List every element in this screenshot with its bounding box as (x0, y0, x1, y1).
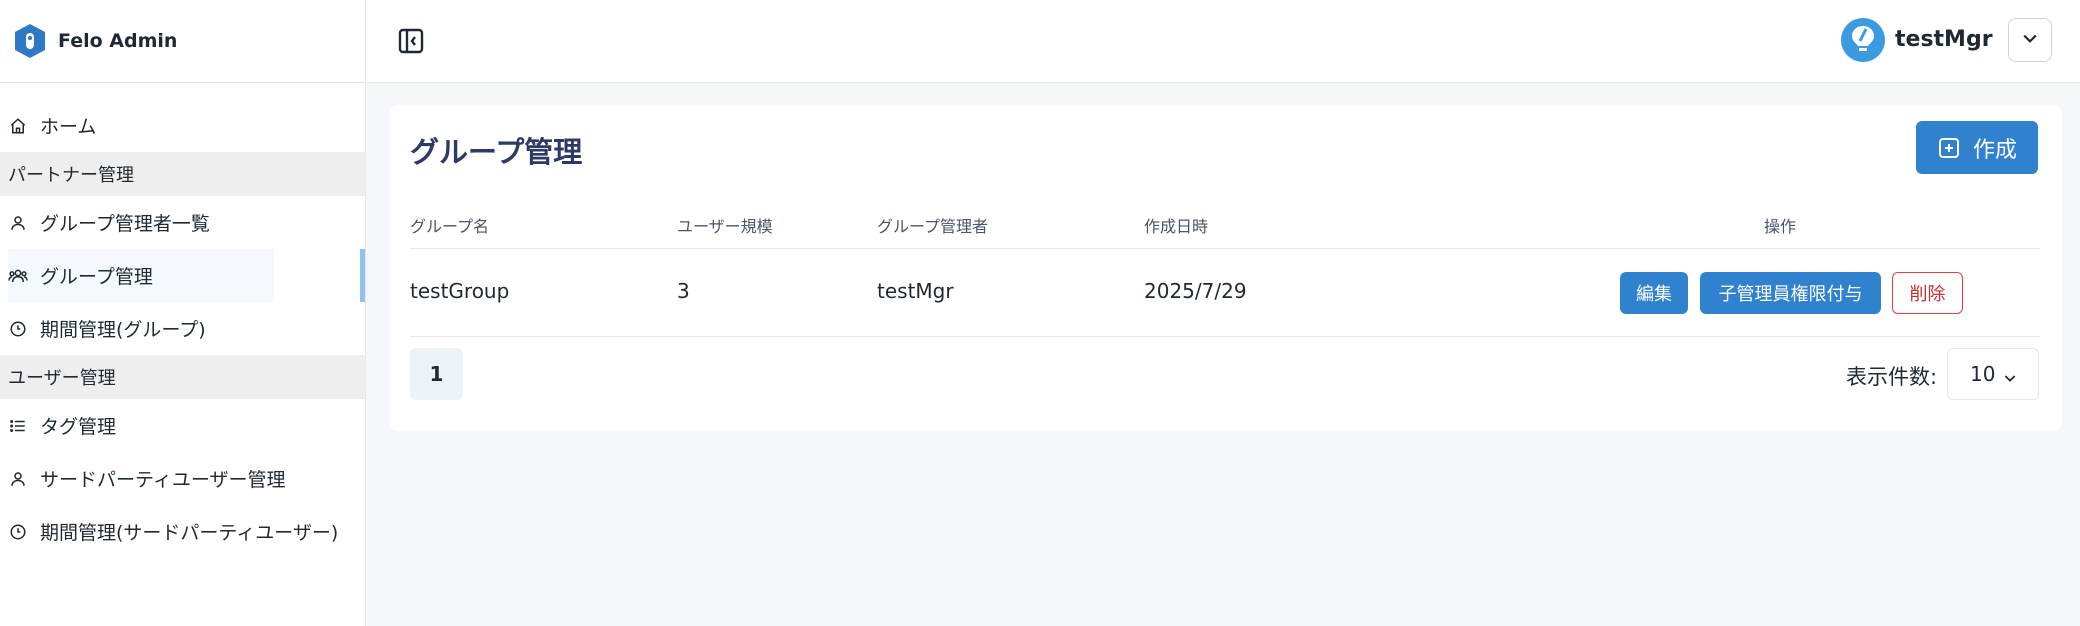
column-header-group-name: グループ名 (410, 217, 490, 236)
create-button-label: 作成 (1972, 137, 2017, 163)
pagination-page-1[interactable]: 1 (410, 348, 463, 400)
edit-button[interactable]: 編集 (1620, 272, 1688, 314)
sidebar-collapse-icon[interactable] (397, 27, 425, 55)
table-row: testGroup 3 testMgr 2025/7/29 編集 子管理員権限付… (410, 249, 2040, 337)
column-header-user-scale: ユーザー規模 (677, 217, 773, 236)
chevron-down-icon (2002, 367, 2018, 383)
sidebar-section-partner: パートナー管理 (0, 152, 365, 196)
cell-created-at: 2025/7/29 (1144, 279, 1247, 303)
cell-user-scale: 3 (677, 279, 690, 303)
sidebar-item-home[interactable]: ホーム (0, 99, 365, 152)
sidebar-item-period-third-party[interactable]: 期間管理(サードパーティユーザー) (0, 505, 365, 558)
sidebar-item-label: 期間管理(サードパーティユーザー) (40, 522, 339, 544)
grant-sub-admin-button[interactable]: 子管理員権限付与 (1700, 272, 1881, 314)
page-title: グループ管理 (410, 135, 583, 169)
column-header-group-admin: グループ管理者 (877, 217, 989, 236)
brand: Felo Admin (0, 0, 365, 83)
delete-button[interactable]: 削除 (1892, 272, 1963, 314)
sidebar-item-label: タグ管理 (40, 416, 117, 438)
sidebar: Felo Admin ホーム パートナー管理 グループ管理者一覧 グループ管理 (0, 0, 366, 626)
column-header-actions: 操作 (1764, 217, 1797, 236)
clock-icon (8, 319, 28, 339)
sidebar-item-label: グループ管理者一覧 (40, 213, 210, 235)
sidebar-item-group-admins[interactable]: グループ管理者一覧 (0, 196, 365, 249)
user-icon (8, 469, 28, 489)
username: testMgr (1895, 27, 1993, 52)
active-indicator (360, 249, 365, 302)
users-icon (8, 266, 28, 286)
sidebar-item-label: 期間管理(グループ) (40, 319, 206, 341)
sidebar-item-group-management[interactable]: グループ管理 (0, 249, 365, 302)
list-icon (8, 416, 28, 436)
cell-group-name: testGroup (410, 279, 510, 303)
create-button[interactable]: 作成 (1916, 121, 2038, 174)
sidebar-item-third-party-users[interactable]: サードパーティユーザー管理 (0, 452, 365, 505)
sidebar-item-tags[interactable]: タグ管理 (0, 399, 365, 452)
column-header-created-at: 作成日時 (1144, 217, 1209, 236)
home-icon (8, 116, 28, 136)
user-icon (8, 213, 28, 233)
sidebar-item-label: グループ管理 (40, 266, 153, 288)
topbar: testMgr (367, 0, 2080, 83)
sidebar-nav: ホーム パートナー管理 グループ管理者一覧 グループ管理 期間管理(グループ) (0, 83, 365, 558)
table-header: グループ名 ユーザー規模 グループ管理者 作成日時 操作 (410, 201, 2040, 249)
group-management-card: グループ管理 作成 グループ名 ユーザー規模 グループ管理者 作成日時 操作 t… (390, 105, 2062, 431)
clock-icon (8, 522, 28, 542)
plus-square-icon (1937, 136, 1961, 160)
shield-logo-icon (12, 23, 48, 59)
sidebar-section-user: ユーザー管理 (0, 355, 365, 399)
chevron-down-icon (2020, 28, 2040, 52)
user-menu-button[interactable] (2008, 18, 2052, 62)
sidebar-item-label: サードパーティユーザー管理 (40, 469, 286, 491)
cell-group-admin: testMgr (877, 279, 954, 303)
sidebar-item-label: ホーム (40, 116, 97, 138)
page-size-label: 表示件数: (1846, 365, 1938, 389)
brand-name: Felo Admin (58, 30, 178, 52)
sidebar-item-period-group[interactable]: 期間管理(グループ) (0, 302, 365, 355)
avatar[interactable] (1841, 18, 1885, 62)
page-size-select[interactable]: 10 (1947, 348, 2039, 400)
page-size-value: 10 (1970, 362, 1996, 386)
